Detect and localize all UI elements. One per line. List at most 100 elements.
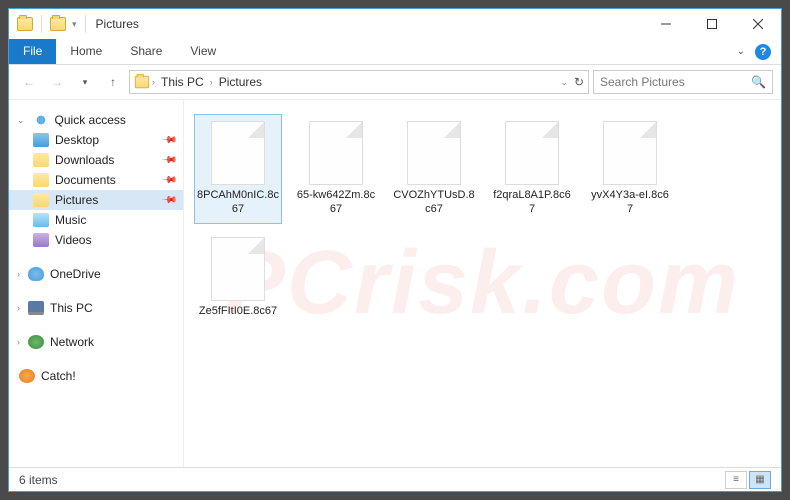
folder-icon [33, 153, 49, 167]
chevron-right-icon[interactable]: › [210, 77, 213, 87]
file-icon [505, 121, 559, 185]
sidebar-item-label: Catch! [41, 369, 76, 383]
chevron-down-icon[interactable]: ⌄ [17, 115, 25, 126]
sidebar-item-label: Network [50, 335, 94, 349]
tree-group-catch: Catch! [9, 366, 183, 386]
tab-file[interactable]: File [9, 39, 56, 64]
star-icon [33, 113, 49, 127]
address-bar[interactable]: › This PC › Pictures ⌄ ↻ [129, 70, 589, 94]
sidebar-item-this-pc[interactable]: ›This PC [9, 298, 183, 318]
titlebar[interactable]: ▾ Pictures [9, 9, 781, 39]
file-name: 8PCAhM0nIC.8c67 [197, 189, 279, 217]
chevron-right-icon[interactable]: › [17, 303, 20, 313]
quick-access-toolbar: ▾ [9, 15, 90, 33]
file-item[interactable]: f2qraL8A1P.8c67 [488, 114, 576, 224]
tree-group-quick-access: ⌄ Quick access Desktop 📌 Downloads 📌 Docum… [9, 110, 183, 250]
breadcrumb-label: Pictures [219, 75, 262, 89]
file-item[interactable]: CVOZhYTUsD.8c67 [390, 114, 478, 224]
expand-ribbon-icon[interactable]: ⌄ [737, 46, 745, 57]
sidebar-item-label: Downloads [55, 153, 114, 167]
tab-view[interactable]: View [176, 39, 230, 64]
refresh-icon[interactable]: ↻ [574, 75, 584, 89]
desktop-icon [33, 133, 49, 147]
chevron-down-icon[interactable]: ⌄ [560, 77, 568, 88]
tree-group-this-pc: ›This PC [9, 298, 183, 318]
recent-dropdown-icon[interactable]: ▾ [73, 70, 97, 94]
item-count: 6 items [19, 473, 58, 487]
sidebar-item-label: Documents [55, 173, 116, 187]
chevron-right-icon[interactable]: › [152, 77, 155, 87]
minimize-button[interactable] [643, 9, 689, 39]
music-icon [33, 213, 49, 227]
tab-home[interactable]: Home [56, 39, 116, 64]
chevron-right-icon[interactable]: › [17, 269, 20, 279]
ribbon-tabs: File Home Share View ⌄ ? [9, 39, 781, 65]
file-name: f2qraL8A1P.8c67 [491, 189, 573, 217]
catch-icon [19, 369, 35, 383]
sidebar-item-videos[interactable]: Videos [9, 230, 183, 250]
file-list[interactable]: PCrisk.com 8PCAhM0nIC.8c67 65-kw642Zm.8c… [184, 100, 781, 467]
file-item[interactable]: 8PCAhM0nIC.8c67 [194, 114, 282, 224]
back-button[interactable]: ← [17, 70, 41, 94]
folder-icon [33, 173, 49, 187]
address-folder-icon [135, 76, 149, 89]
navigation-pane[interactable]: ⌄ Quick access Desktop 📌 Downloads 📌 Docum… [9, 100, 184, 467]
address-actions: ⌄ ↻ [560, 75, 584, 89]
qat-separator [85, 15, 86, 33]
body-area: ⌄ Quick access Desktop 📌 Downloads 📌 Docum… [9, 99, 781, 467]
view-mode-switcher: ≡ ▦ [725, 471, 771, 489]
search-placeholder: Search Pictures [600, 75, 685, 89]
sidebar-item-music[interactable]: Music [9, 210, 183, 230]
tree-group-network: › Network [9, 332, 183, 352]
icons-view-button[interactable]: ▦ [749, 471, 771, 489]
video-icon [33, 233, 49, 247]
up-button[interactable]: ↑ [101, 70, 125, 94]
pin-icon: 📌 [160, 172, 177, 189]
ribbon-actions: ⌄ ? [737, 39, 781, 64]
sidebar-item-quick-access[interactable]: ⌄ Quick access [9, 110, 183, 130]
file-name: CVOZhYTUsD.8c67 [393, 189, 475, 217]
app-icon[interactable] [17, 17, 33, 31]
network-icon [28, 335, 44, 349]
pin-icon: 📌 [160, 152, 177, 169]
sidebar-item-documents[interactable]: Documents 📌 [9, 170, 183, 190]
search-icon: 🔍 [751, 75, 766, 89]
sidebar-item-pictures[interactable]: Pictures📌 [9, 190, 183, 210]
file-icon [407, 121, 461, 185]
sidebar-item-label: OneDrive [50, 267, 101, 281]
forward-button[interactable]: → [45, 70, 69, 94]
qat-separator [41, 15, 42, 33]
maximize-button[interactable] [689, 9, 735, 39]
computer-icon [28, 301, 44, 315]
file-item[interactable]: yvX4Y3a-eI.8c67 [586, 114, 674, 224]
file-item[interactable]: 65-kw642Zm.8c67 [292, 114, 380, 224]
sidebar-item-desktop[interactable]: Desktop 📌 [9, 130, 183, 150]
sidebar-item-label: Quick access [55, 113, 126, 127]
sidebar-item-network[interactable]: › Network [9, 332, 183, 352]
pin-icon: 📌 [160, 132, 177, 149]
search-input[interactable]: Search Pictures 🔍 [593, 70, 773, 94]
help-icon[interactable]: ? [755, 44, 771, 60]
sidebar-item-label: Desktop [55, 133, 99, 147]
sidebar-item-catch[interactable]: Catch! [9, 366, 183, 386]
breadcrumb-label: This PC [161, 75, 204, 89]
address-row: ← → ▾ ↑ › This PC › Pictures ⌄ ↻ Search … [9, 65, 781, 99]
tab-share[interactable]: Share [116, 39, 176, 64]
sidebar-item-onedrive[interactable]: › OneDrive [9, 264, 183, 284]
sidebar-item-downloads[interactable]: Downloads 📌 [9, 150, 183, 170]
file-icon [309, 121, 363, 185]
file-item[interactable]: Ze5fFItI0E.8c67 [194, 230, 282, 326]
file-icon [603, 121, 657, 185]
file-name: yvX4Y3a-eI.8c67 [589, 189, 671, 217]
chevron-right-icon[interactable]: › [17, 337, 20, 347]
tree-group-onedrive: › OneDrive [9, 264, 183, 284]
breadcrumb-pictures[interactable]: Pictures [215, 75, 266, 89]
qat-folder-icon[interactable] [50, 17, 66, 31]
breadcrumb-this-pc[interactable]: This PC [157, 75, 208, 89]
window-title: Pictures [96, 17, 139, 31]
sidebar-item-label: Music [55, 213, 86, 227]
details-view-button[interactable]: ≡ [725, 471, 747, 489]
qat-dropdown-icon[interactable]: ▾ [72, 19, 77, 30]
folder-icon [33, 193, 49, 207]
close-button[interactable] [735, 9, 781, 39]
